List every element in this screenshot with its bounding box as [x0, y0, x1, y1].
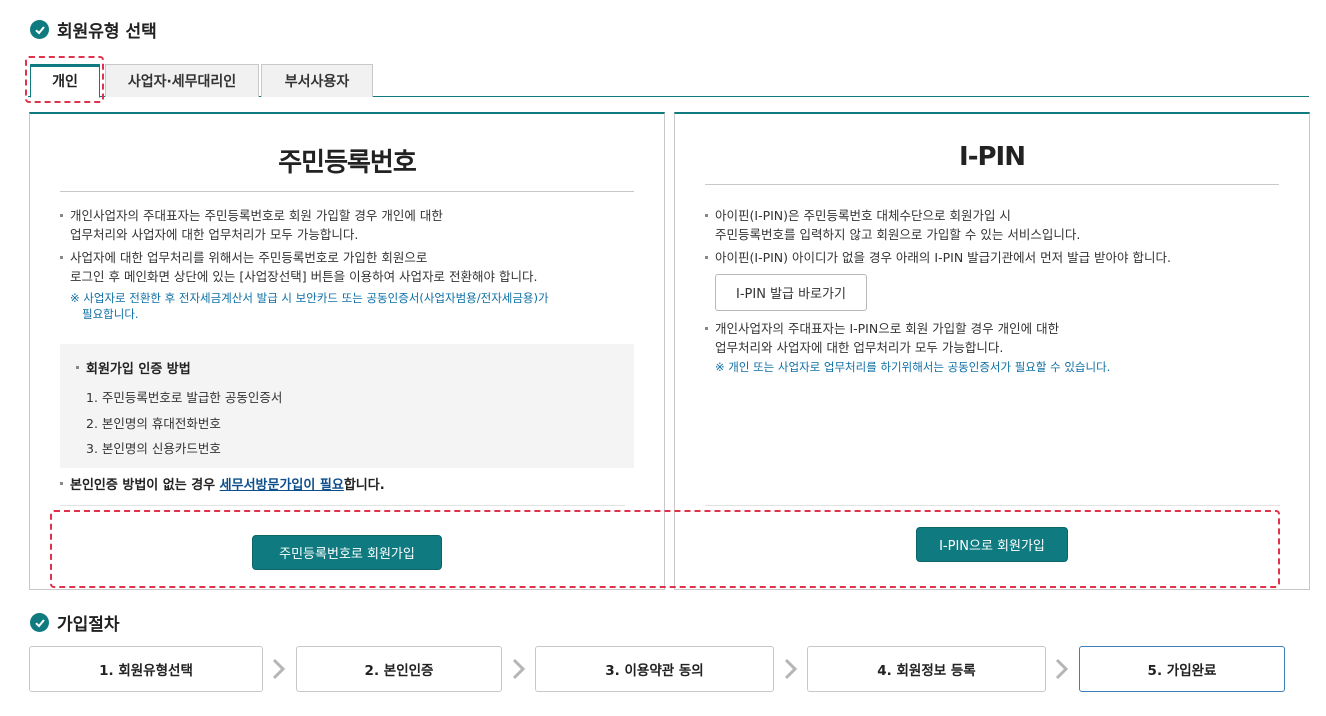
desc-line: 사업자에 대한 업무처리를 위해서는 주민등록번호로 가입한 회원으로: [70, 250, 428, 265]
section-title-signup-process: 가입절차: [30, 610, 120, 635]
auth-method-item: 3. 본인명의 신용카드번호: [86, 441, 221, 456]
no-auth-text: 합니다.: [343, 478, 385, 493]
auth-method-item: 2. 본인명의 휴대전화번호: [86, 415, 221, 431]
desc-line: 업무처리와 사업자에 대한 업무처리가 모두 가능합니다.: [715, 340, 1004, 355]
desc-line: 개인사업자의 주대표자는 I-PIN으로 회원 가입할 경우 개인에 대한: [715, 321, 1060, 336]
divider: [60, 505, 625, 506]
chevron-right-icon: [1055, 658, 1069, 680]
button-highlight-box: [50, 510, 1280, 588]
auth-method-box: 회원가입 인증 방법 1. 주민등록번호로 발급한 공동인증서 2. 본인명의 …: [60, 344, 634, 468]
tab-label: 부서사용자: [284, 74, 350, 90]
tab-label: 사업자·세무대리인: [127, 74, 237, 90]
step-identity-verification: 2. 본인인증: [296, 646, 502, 692]
auth-method-item: 1. 주민등록번호로 발급한 공동인증서: [86, 390, 283, 405]
resident-description: 개인사업자의 주대표자는 주민등록번호로 회원 가입할 경우 개인에 대한 업무…: [58, 206, 644, 322]
desc-item: 사업자에 대한 업무처리를 위해서는 주민등록번호로 가입한 회원으로 로그인 …: [58, 248, 644, 286]
no-auth-text: 본인인증 방법이 없는 경우: [70, 478, 220, 493]
desc-item: 개인사업자의 주대표자는 I-PIN으로 회원 가입할 경우 개인에 대한 업무…: [703, 319, 1289, 357]
ipin-description: 아이핀(I-PIN)은 주민등록번호 대체수단으로 회원가입 시 주민등록번호를…: [703, 206, 1289, 271]
desc-line: 아이핀(I-PIN) 아이디가 없을 경우 아래의 I-PIN 발급기관에서 먼…: [715, 250, 1172, 265]
check-circle-icon: [30, 613, 49, 632]
tab-business[interactable]: 사업자·세무대리인: [105, 64, 259, 97]
desc-line: 개인사업자의 주대표자는 주민등록번호로 회원 가입할 경우 개인에 대한: [70, 208, 443, 223]
desc-item: 아이핀(I-PIN) 아이디가 없을 경우 아래의 I-PIN 발급기관에서 먼…: [703, 248, 1289, 267]
step-signup-complete: 5. 가입완료: [1079, 646, 1285, 692]
ipin-description-2: 개인사업자의 주대표자는 I-PIN으로 회원 가입할 경우 개인에 대한 업무…: [703, 319, 1289, 375]
section-title-member-type: 회원유형 선택: [30, 17, 157, 42]
chevron-right-icon: [512, 658, 526, 680]
no-auth-notice: 본인인증 방법이 없는 경우 세무서방문가입이 필요합니다.: [58, 474, 385, 493]
desc-line: 아이핀(I-PIN)은 주민등록번호 대체수단으로 회원가입 시: [715, 208, 1011, 223]
section-title-text: 가입절차: [57, 615, 120, 635]
panel-title: 주민등록번호: [60, 142, 634, 192]
step-member-info: 4. 회원정보 등록: [807, 646, 1046, 692]
tab-department[interactable]: 부서사용자: [261, 64, 373, 97]
step-terms-agreement: 3. 이용약관 동의: [535, 646, 774, 692]
check-circle-icon: [30, 20, 49, 39]
note-line: 필요합니다.: [82, 307, 139, 321]
security-note: ※ 사업자로 전환한 후 전자세금계산서 발급 시 보안카드 또는 공동인증서(…: [68, 290, 644, 322]
auth-method-title: 회원가입 인증 방법: [74, 358, 620, 377]
step-member-type: 1. 회원유형선택: [29, 646, 263, 692]
desc-line: 로그인 후 메인화면 상단에 있는 [사업장선택] 버튼을 이용하여 사업자로 …: [70, 269, 538, 284]
office-visit-link[interactable]: 세무서방문가입이 필요: [220, 478, 344, 493]
desc-item: 아이핀(I-PIN)은 주민등록번호 대체수단으로 회원가입 시 주민등록번호를…: [703, 206, 1289, 244]
section-title-text: 회원유형 선택: [57, 22, 157, 42]
ipin-note: ※ 개인 또는 사업자로 업무처리를 하기위해서는 공동인증서가 필요할 수 있…: [715, 360, 1111, 374]
panel-title: I-PIN: [705, 142, 1279, 185]
ipin-issue-button[interactable]: I-PIN 발급 바로가기: [715, 274, 867, 311]
desc-line: 업무처리와 사업자에 대한 업무처리가 모두 가능합니다.: [70, 227, 359, 242]
desc-item: 개인사업자의 주대표자는 주민등록번호로 회원 가입할 경우 개인에 대한 업무…: [58, 206, 644, 244]
chevron-right-icon: [272, 658, 286, 680]
divider: [705, 505, 1280, 506]
member-type-tabs: 개인 사업자·세무대리인 부서사용자: [28, 64, 1309, 98]
desc-line: 주민등록번호를 입력하지 않고 회원으로 가입할 수 있는 서비스입니다.: [715, 227, 1081, 242]
tab-highlight-box: [25, 56, 104, 103]
chevron-right-icon: [784, 658, 798, 680]
note-line: ※ 사업자로 전환한 후 전자세금계산서 발급 시 보안카드 또는 공동인증서(…: [70, 291, 549, 305]
